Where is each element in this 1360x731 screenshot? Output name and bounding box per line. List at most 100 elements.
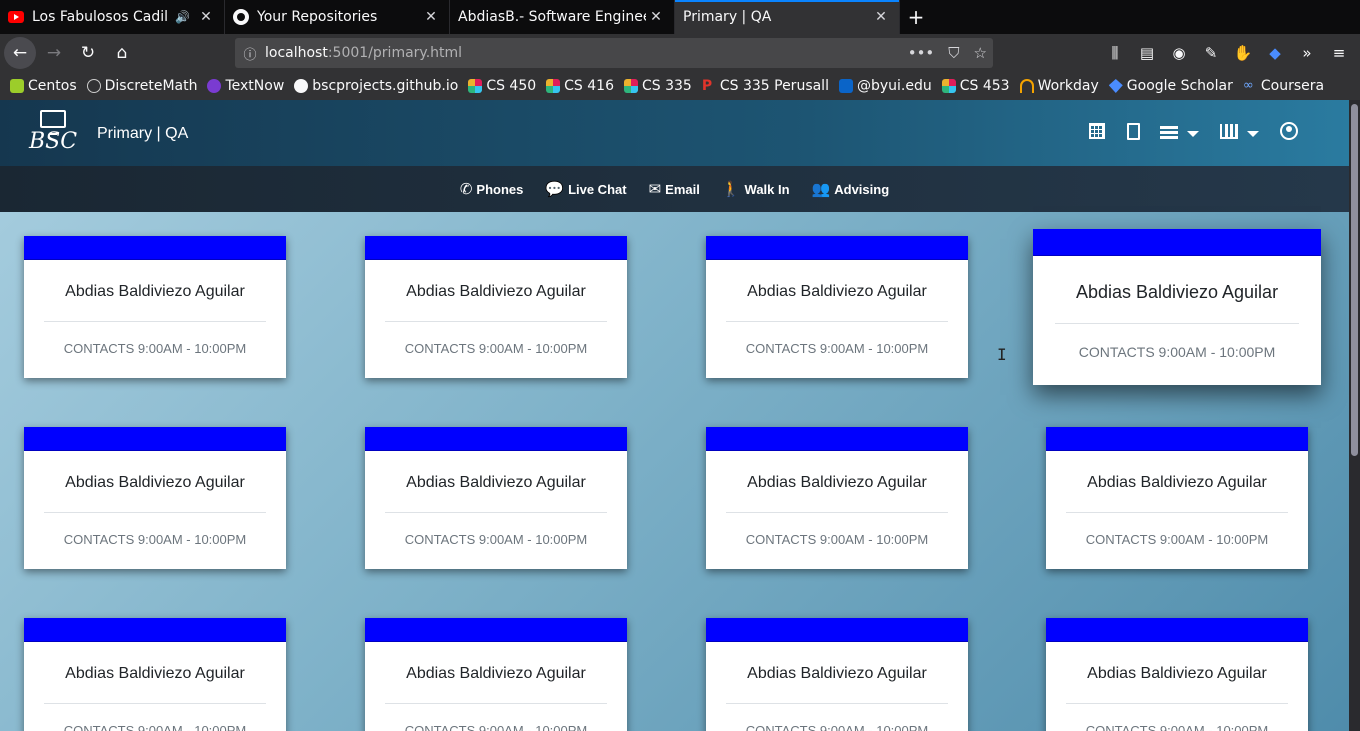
agent-card[interactable]: Abdias Baldiviezo Aguilar CONTACTS 9:00A… <box>365 236 627 378</box>
document-icon[interactable] <box>1115 122 1151 145</box>
close-tab-icon[interactable]: ✕ <box>646 9 666 25</box>
info-icon[interactable]: ⓘ <box>235 44 265 63</box>
new-tab-button[interactable]: + <box>900 0 932 34</box>
agent-card[interactable]: Abdias Baldiviezo Aguilar CONTACTS 9:00A… <box>706 618 968 731</box>
github-icon <box>233 9 249 25</box>
phone-icon: ✆ <box>459 181 473 198</box>
reload-button[interactable]: ↻ <box>72 37 104 69</box>
agent-name: Abdias Baldiviezo Aguilar <box>65 665 245 682</box>
agent-name: Abdias Baldiviezo Aguilar <box>747 283 927 300</box>
slack-icon <box>624 79 638 93</box>
tab-repositories[interactable]: Your Repositories ✕ <box>225 0 450 34</box>
agent-card[interactable]: Abdias Baldiviezo Aguilar CONTACTS 9:00A… <box>706 427 968 569</box>
close-tab-icon[interactable]: ✕ <box>871 9 891 25</box>
calculator-icon[interactable] <box>1079 123 1115 144</box>
contact-hours: CONTACTS 9:00AM - 10:00PM <box>1078 344 1276 360</box>
bookmark-star-icon[interactable]: ☆ <box>974 44 987 62</box>
perusall-icon: P <box>701 78 713 94</box>
github-icon <box>294 79 309 93</box>
user-circle-icon[interactable] <box>1271 122 1307 145</box>
agent-card[interactable]: Abdias Baldiviezo Aguilar CONTACTS 9:00A… <box>24 427 286 569</box>
page-actions-icon[interactable]: ••• <box>908 44 935 62</box>
chevron-down-icon[interactable] <box>1187 130 1199 137</box>
scrollbar-thumb[interactable] <box>1351 104 1358 456</box>
contact-hours: CONTACTS 9:00AM - 10:00PM <box>404 723 588 731</box>
agent-card[interactable]: Abdias Baldiviezo Aguilar CONTACTS 9:00A… <box>24 618 286 731</box>
slack-icon <box>468 79 483 93</box>
bookmark-cs450[interactable]: CS 450 <box>468 78 536 94</box>
tab-title: AbdiasB.- Software Engineer <box>458 9 646 25</box>
nav-live-chat[interactable]: 💬 Live Chat <box>545 180 626 198</box>
agent-card[interactable]: Abdias Baldiviezo Aguilar CONTACTS 9:00A… <box>365 427 627 569</box>
card-header-bar <box>24 618 286 642</box>
divider <box>726 703 948 704</box>
tab-youtube[interactable]: Los Fabulosos Cadillacs 🔊 ✕ <box>0 0 225 34</box>
bookmark-cs416[interactable]: CS 416 <box>546 78 614 94</box>
slack-icon <box>941 79 956 93</box>
close-tab-icon[interactable]: ✕ <box>421 9 441 25</box>
tab-title: Primary | QA <box>683 9 772 25</box>
card-header-bar <box>365 236 627 260</box>
contact-hours: CONTACTS 9:00AM - 10:00PM <box>404 341 588 356</box>
divider <box>1055 323 1299 324</box>
list-icon[interactable] <box>1151 123 1187 144</box>
bar-chart-icon[interactable] <box>1211 123 1247 144</box>
nav-walk-in[interactable]: 🚶 Walk In <box>722 180 790 198</box>
divider <box>385 321 607 322</box>
users-icon: 👥 <box>811 181 831 198</box>
account-icon[interactable]: ◉ <box>1168 44 1190 62</box>
overflow-icon[interactable]: » <box>1296 44 1318 62</box>
pocket-icon[interactable]: ⛉ <box>948 44 959 62</box>
agent-card[interactable]: Abdias Baldiviezo Aguilar CONTACTS 9:00A… <box>365 618 627 731</box>
bsc-logo[interactable]: BSC <box>28 110 78 154</box>
bookmark-byui-mail[interactable]: @byui.edu <box>838 78 932 94</box>
page-scrollbar[interactable] <box>1349 100 1360 731</box>
pen-icon[interactable]: ✎ <box>1200 44 1222 62</box>
divider <box>385 512 607 513</box>
app-viewport: BSC Primary | QA ✆ Phones 💬 Live Chat ✉ Ema… <box>0 100 1349 731</box>
nav-advising[interactable]: 👥 Advising <box>812 180 890 198</box>
bookmark-bscprojects[interactable]: bscprojects.github.io <box>294 78 458 94</box>
bookmark-discretemath[interactable]: DiscreteMath <box>86 78 197 94</box>
tab-primary-qa[interactable]: Primary | QA ✕ <box>675 0 900 34</box>
bookmark-cs335[interactable]: CS 335 <box>624 78 692 94</box>
bookmark-cs453[interactable]: CS 453 <box>941 78 1010 94</box>
agent-name: Abdias Baldiviezo Aguilar <box>1075 282 1279 302</box>
youtube-icon <box>8 11 24 23</box>
agent-name: Abdias Baldiviezo Aguilar <box>1087 474 1267 491</box>
tab-portfolio[interactable]: AbdiasB.- Software Engineer ✕ <box>450 0 675 34</box>
extension-hand-icon[interactable]: ✋ <box>1232 44 1254 62</box>
forward-button[interactable]: → <box>38 37 70 69</box>
divider <box>726 512 948 513</box>
card-header-bar <box>706 427 968 451</box>
agent-card[interactable]: Abdias Baldiviezo Aguilar CONTACTS 9:00A… <box>706 236 968 378</box>
bookmark-centos[interactable]: Centos <box>10 78 77 94</box>
divider <box>385 703 607 704</box>
library-icon[interactable]: ⫼ <box>1104 44 1126 62</box>
close-tab-icon[interactable]: ✕ <box>196 9 216 25</box>
speaker-icon[interactable]: 🔊 <box>175 10 190 24</box>
nav-email[interactable]: ✉ Email <box>649 180 700 198</box>
bookmark-textnow[interactable]: TextNow <box>207 78 284 94</box>
bookmark-cs335-perusall[interactable]: P CS 335 Perusall <box>702 78 829 94</box>
extension-shield-icon[interactable]: ◆ <box>1264 44 1286 62</box>
agent-card-hovered[interactable]: Abdias Baldiviezo Aguilar CONTACTS 9:00A… <box>1033 229 1321 385</box>
chevron-down-icon[interactable] <box>1247 130 1259 137</box>
back-button[interactable]: ← <box>4 37 36 69</box>
divider <box>44 321 266 322</box>
card-header-bar <box>365 427 627 451</box>
sidebar-icon[interactable]: ▤ <box>1136 44 1158 62</box>
bookmark-coursera[interactable]: ∞ Coursera <box>1243 78 1324 94</box>
home-button[interactable]: ⌂ <box>106 37 138 69</box>
agent-card[interactable]: Abdias Baldiviezo Aguilar CONTACTS 9:00A… <box>24 236 286 378</box>
contact-hours: CONTACTS 9:00AM - 10:00PM <box>63 341 247 356</box>
bookmark-workday[interactable]: Workday <box>1019 78 1099 94</box>
nav-phones[interactable]: ✆ Phones <box>460 180 524 198</box>
bookmark-google-scholar[interactable]: Google Scholar <box>1108 78 1233 94</box>
agent-card[interactable]: Abdias Baldiviezo Aguilar CONTACTS 9:00A… <box>1046 618 1308 731</box>
agent-card[interactable]: Abdias Baldiviezo Aguilar CONTACTS 9:00A… <box>1046 427 1308 569</box>
menu-icon[interactable]: ≡ <box>1328 44 1350 62</box>
card-header-bar <box>1046 618 1308 642</box>
url-bar[interactable]: ⓘ localhost :5001/primary.html ••• ⛉ ☆ <box>235 38 993 68</box>
textnow-icon <box>207 79 222 93</box>
